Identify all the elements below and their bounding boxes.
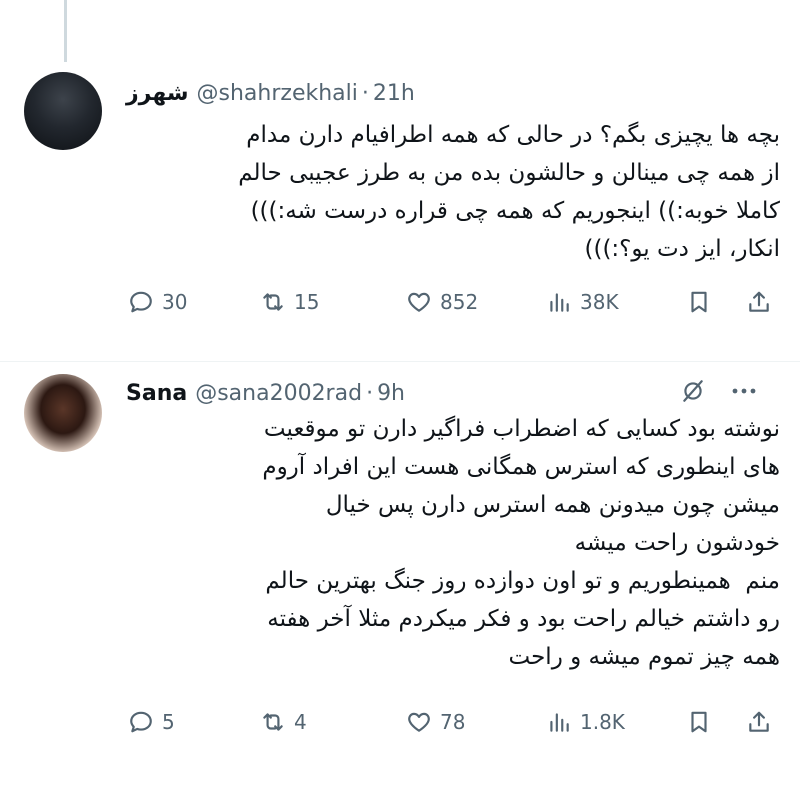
separator-dot: · bbox=[361, 80, 369, 106]
action-bar: 5 4 78 1.8K bbox=[120, 704, 780, 740]
retweet-button[interactable]: 15 bbox=[260, 284, 319, 320]
retweet-icon bbox=[263, 713, 283, 731]
like-count: 852 bbox=[440, 290, 479, 314]
retweet-icon bbox=[263, 293, 283, 311]
bookmark-button[interactable] bbox=[686, 284, 712, 320]
retweet-count: 4 bbox=[294, 710, 307, 734]
thread-connector-line bbox=[64, 0, 67, 62]
display-name[interactable]: شهرز bbox=[126, 81, 189, 106]
separator-dot: · bbox=[366, 380, 374, 406]
heart-icon bbox=[408, 292, 430, 312]
tweet-header: Sana @sana2002rad · 9h bbox=[126, 378, 776, 408]
share-icon bbox=[749, 291, 769, 312]
tweet[interactable]: Sana @sana2002rad · 9h نوشته بود کسایی ک… bbox=[0, 362, 800, 800]
user-handle[interactable]: @shahrzekhali bbox=[197, 81, 358, 106]
reply-count: 5 bbox=[162, 710, 175, 734]
timestamp[interactable]: 21h bbox=[373, 81, 415, 106]
reply-icon bbox=[130, 711, 152, 733]
views-icon bbox=[550, 293, 569, 312]
more-icon[interactable] bbox=[730, 378, 758, 404]
header-icons bbox=[680, 378, 758, 404]
tweet[interactable]: شهرز @shahrzekhali · 21h بچه ها یچیزی بگ… bbox=[0, 62, 800, 362]
timestamp[interactable]: 9h bbox=[377, 381, 405, 406]
heart-icon bbox=[408, 712, 430, 732]
view-count: 1.8K bbox=[580, 710, 625, 734]
tweet-text: نوشته بود کسایی که اضطراب فراگیر دارن تو… bbox=[262, 416, 780, 670]
view-count: 38K bbox=[580, 290, 619, 314]
share-button[interactable] bbox=[746, 704, 772, 740]
views-icon bbox=[550, 713, 569, 732]
grok-icon[interactable] bbox=[680, 378, 706, 404]
tweet-text: بچه ها یچیزی بگم؟ در حالی که همه اطرافیا… bbox=[238, 122, 780, 262]
like-count: 78 bbox=[440, 710, 466, 734]
reply-button[interactable]: 5 bbox=[128, 704, 175, 740]
like-button[interactable]: 852 bbox=[406, 284, 478, 320]
bookmark-icon bbox=[691, 291, 707, 313]
bookmark-icon bbox=[691, 711, 707, 733]
views-button[interactable]: 1.8K bbox=[546, 704, 625, 740]
retweet-count: 15 bbox=[294, 290, 320, 314]
action-bar: 30 15 852 38K bbox=[120, 284, 780, 320]
avatar[interactable] bbox=[24, 374, 102, 452]
retweet-button[interactable]: 4 bbox=[260, 704, 307, 740]
user-handle[interactable]: @sana2002rad bbox=[195, 381, 362, 406]
reply-icon bbox=[130, 291, 152, 313]
tweet-header: شهرز @shahrzekhali · 21h bbox=[126, 78, 776, 108]
share-icon bbox=[749, 711, 769, 732]
like-button[interactable]: 78 bbox=[406, 704, 465, 740]
share-button[interactable] bbox=[746, 284, 772, 320]
bookmark-button[interactable] bbox=[686, 704, 712, 740]
reply-button[interactable]: 30 bbox=[128, 284, 187, 320]
avatar[interactable] bbox=[24, 72, 102, 150]
reply-count: 30 bbox=[162, 290, 188, 314]
display-name[interactable]: Sana bbox=[126, 381, 187, 406]
views-button[interactable]: 38K bbox=[546, 284, 619, 320]
